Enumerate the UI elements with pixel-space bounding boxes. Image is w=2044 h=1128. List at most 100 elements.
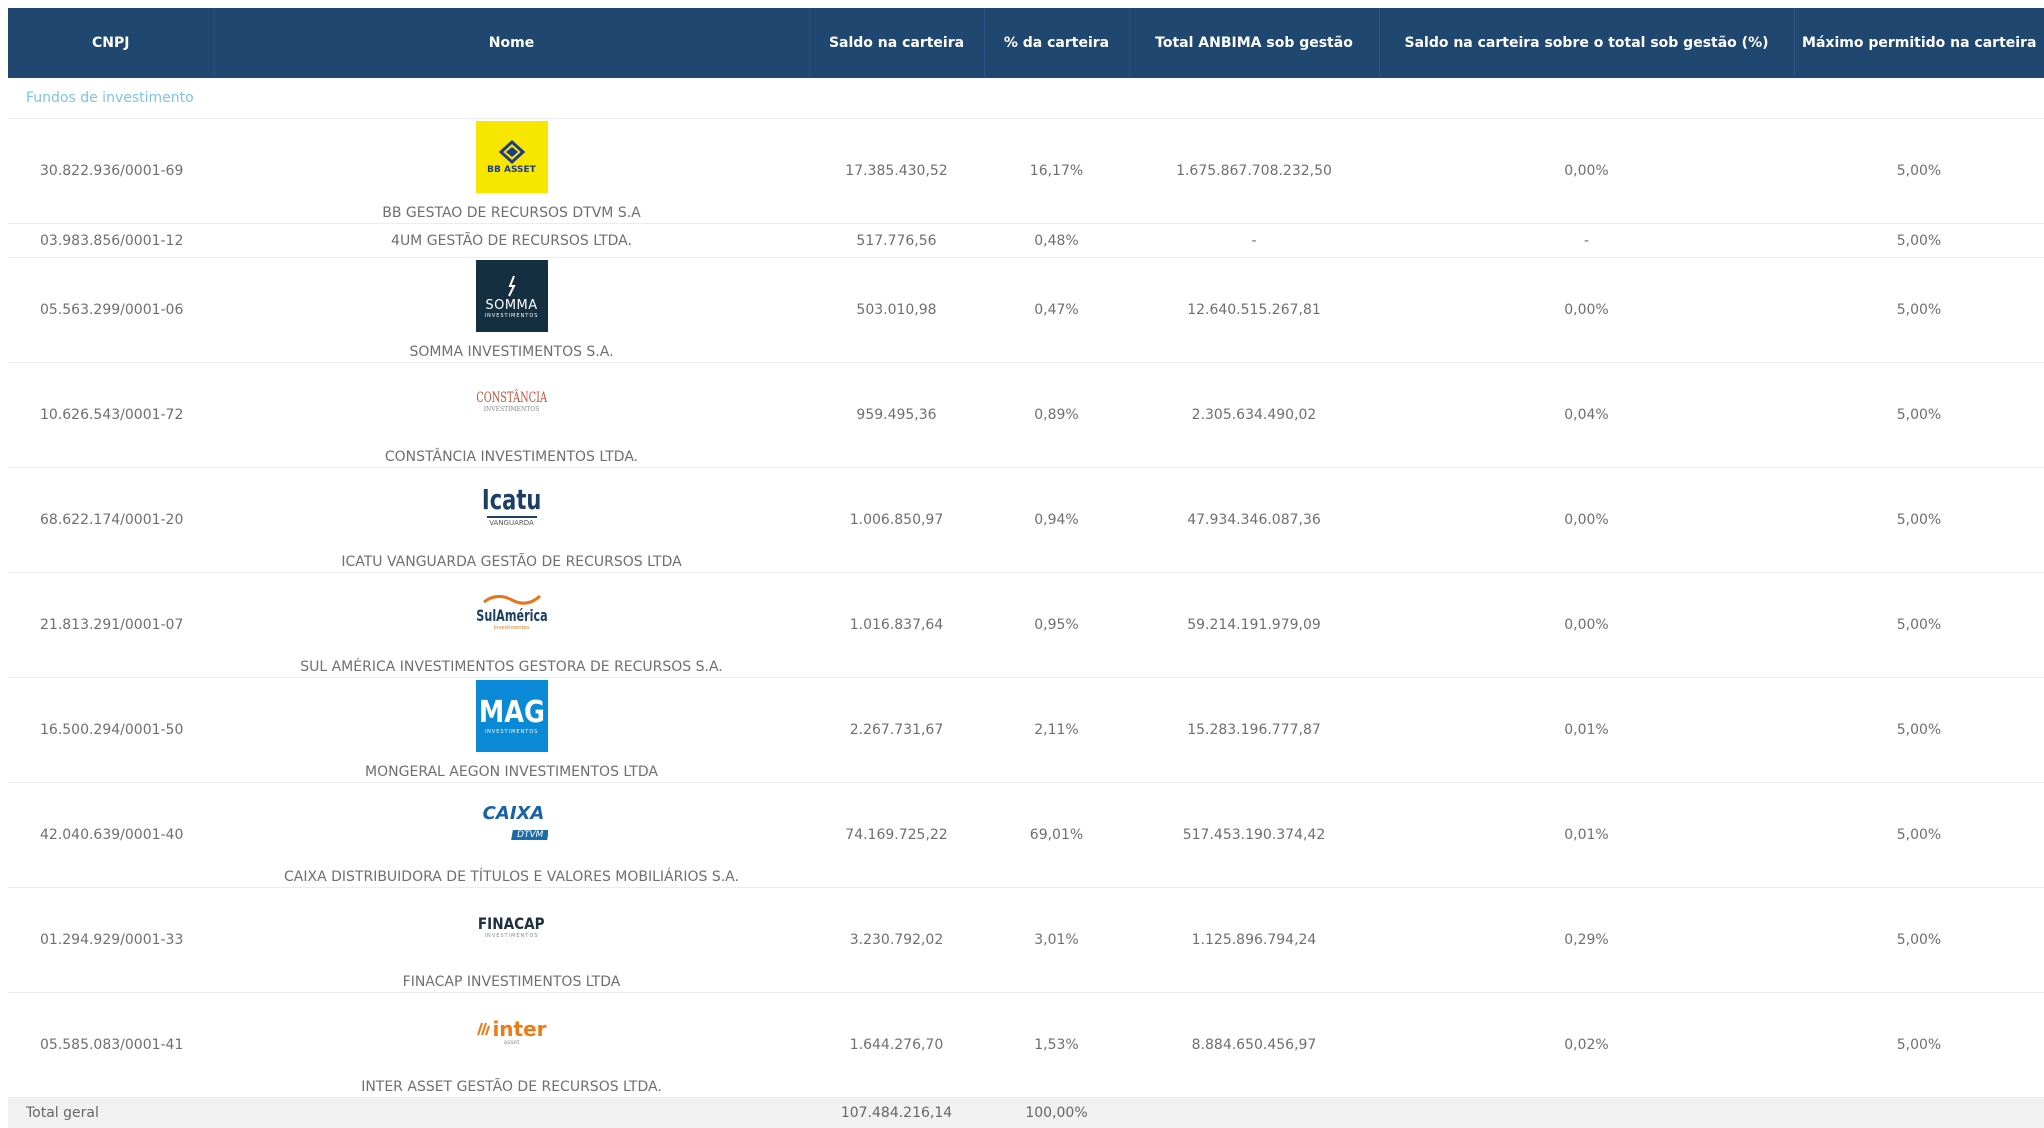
cell-saldo: 503.010,98 — [809, 257, 984, 363]
header-cnpj[interactable]: CNPJ — [8, 8, 215, 78]
table-row: 03.983.856/0001-12 4UM GESTÃO DE RECURSO… — [8, 223, 2044, 258]
company-name: FINACAP INVESTIMENTOS LTDA — [402, 974, 621, 990]
total-label: Total geral — [8, 1097, 214, 1128]
logo-subtext: INVESTIMENTOS — [484, 932, 539, 939]
caixa-logo: CAIXA DTVM — [475, 785, 548, 857]
inter-logo-row: inter — [476, 1017, 547, 1041]
logo-text: BB ASSET — [487, 165, 536, 175]
cell-cnpj: 16.500.294/0001-50 — [8, 677, 214, 783]
header-nome[interactable]: Nome — [214, 8, 810, 78]
cell-maximo: 5,00% — [1794, 223, 2044, 258]
header-saldo[interactable]: Saldo na carteira — [809, 8, 985, 78]
cell-saldo: 3.230.792,02 — [809, 887, 984, 993]
cell-pct: 2,11% — [984, 677, 1129, 783]
cell-total: 2.305.634.490,02 — [1129, 362, 1379, 468]
logo-text: MAG — [478, 695, 545, 730]
cell-pct: 0,94% — [984, 467, 1129, 573]
cell-nome: MAG INVESTIMENTOS MONGERAL AEGON INVESTI… — [214, 677, 809, 783]
logo-text: SulAmérica — [475, 605, 548, 625]
cell-total: - — [1129, 223, 1379, 258]
logo-text: Icatu — [481, 483, 542, 516]
cell-pct: 3,01% — [984, 887, 1129, 993]
cell-total: 1.125.896.794,24 — [1129, 887, 1379, 993]
cell-nome: inter asset INTER ASSET GESTÃO DE RECURS… — [214, 992, 809, 1098]
cell-pct: 0,47% — [984, 257, 1129, 363]
cell-nome: Icatu VANGUARDA ICATU VANGUARDA GESTÃO D… — [214, 467, 809, 573]
table-row: 01.294.929/0001-33 FINACAP INVESTIMENTOS… — [8, 887, 2044, 993]
cell-maximo: 5,00% — [1794, 467, 2044, 573]
table-row: 68.622.174/0001-20 Icatu VANGUARDA ICATU… — [8, 467, 2044, 573]
logo-subtext: VANGUARDA — [489, 519, 534, 527]
cell-nome: FINACAP INVESTIMENTOS FINACAP INVESTIMEN… — [214, 887, 809, 993]
cell-nome: SulAmérica Investimentos SUL AMÉRICA INV… — [214, 572, 809, 678]
cell-pct: 0,89% — [984, 362, 1129, 468]
finacap-logo: FINACAP INVESTIMENTOS — [475, 890, 548, 962]
company-name: BB GESTAO DE RECURSOS DTVM S.A — [382, 205, 641, 221]
cell-pct: 69,01% — [984, 782, 1129, 888]
company-name: ICATU VANGUARDA GESTÃO DE RECURSOS LTDA — [341, 554, 682, 570]
logo-subtext: INVESTIMENTOS — [484, 312, 539, 319]
company-name: 4UM GESTÃO DE RECURSOS LTDA. — [391, 232, 632, 249]
inter-logo: inter asset — [475, 995, 548, 1067]
cell-cnpj: 10.626.543/0001-72 — [8, 362, 214, 468]
sulamerica-logo: SulAmérica Investimentos — [475, 575, 548, 647]
header-total-anbima[interactable]: Total ANBIMA sob gestão — [1129, 8, 1380, 78]
cell-saldo: 74.169.725,22 — [809, 782, 984, 888]
section-row: Fundos de investimento — [8, 78, 2044, 119]
cell-maximo: 5,00% — [1794, 257, 2044, 363]
header-maximo[interactable]: Máximo permitido na carteira — [1794, 8, 2044, 78]
total-empty — [214, 1097, 809, 1128]
cell-pct: 0,48% — [984, 223, 1129, 258]
logo-text: FINACAP — [478, 913, 545, 933]
logo-subtext: DTVM — [510, 829, 548, 840]
cell-saldo: 1.016.837,64 — [809, 572, 984, 678]
company-name: CAIXA DISTRIBUIDORA DE TÍTULOS E VALORES… — [284, 869, 739, 885]
section-label: Fundos de investimento — [8, 78, 2044, 119]
table-row: 30.822.936/0001-69 BB ASSET BB GESTAO DE… — [8, 118, 2044, 224]
cell-cnpj: 01.294.929/0001-33 — [8, 887, 214, 993]
cell-saldo-total: 0,04% — [1379, 362, 1794, 468]
cell-pct: 1,53% — [984, 992, 1129, 1098]
sulamerica-wave-icon — [482, 594, 541, 605]
logo-text: CONSTÂNCIA — [476, 389, 547, 406]
cell-nome: CAIXA DTVM CAIXA DISTRIBUIDORA DE TÍTULO… — [214, 782, 809, 888]
cell-cnpj: 21.813.291/0001-07 — [8, 572, 214, 678]
logo-divider — [486, 516, 537, 518]
bb-symbol-icon — [498, 139, 525, 165]
table-row: 21.813.291/0001-07 SulAmérica Investimen… — [8, 572, 2044, 678]
cell-saldo: 2.267.731,67 — [809, 677, 984, 783]
table-row: 05.563.299/0001-06 SOMMA INVESTIMENTOS S… — [8, 257, 2044, 363]
table-row: 16.500.294/0001-50 MAG INVESTIMENTOS MON… — [8, 677, 2044, 783]
cell-saldo-total: 0,00% — [1379, 118, 1794, 224]
cell-saldo-total: 0,00% — [1379, 572, 1794, 678]
cell-cnpj: 30.822.936/0001-69 — [8, 118, 214, 224]
inter-stripes-icon — [477, 1022, 491, 1035]
logo-text: SOMMA — [485, 297, 538, 313]
cell-saldo: 959.495,36 — [809, 362, 984, 468]
company-name: INTER ASSET GESTÃO DE RECURSOS LTDA. — [361, 1079, 662, 1095]
cell-cnpj: 68.622.174/0001-20 — [8, 467, 214, 573]
portfolio-table: CNPJ Nome Saldo na carteira % da carteir… — [8, 8, 2044, 1128]
cell-total: 15.283.196.777,87 — [1129, 677, 1379, 783]
cell-maximo: 5,00% — [1794, 887, 2044, 993]
total-empty — [1379, 1097, 1794, 1128]
cell-saldo: 517.776,56 — [809, 223, 984, 258]
company-name: MONGERAL AEGON INVESTIMENTOS LTDA — [365, 764, 658, 780]
cell-cnpj: 05.563.299/0001-06 — [8, 257, 214, 363]
portfolio-table-container: CNPJ Nome Saldo na carteira % da carteir… — [8, 8, 2044, 1128]
cell-saldo: 17.385.430,52 — [809, 118, 984, 224]
table-header-row: CNPJ Nome Saldo na carteira % da carteir… — [8, 8, 2044, 78]
bb-asset-logo: BB ASSET — [475, 121, 548, 193]
logo-text: CAIXA — [482, 802, 545, 824]
cell-cnpj: 03.983.856/0001-12 — [8, 223, 214, 258]
constancia-logo: CONSTÂNCIA INVESTIMENTOS — [475, 365, 548, 437]
cell-maximo: 5,00% — [1794, 677, 2044, 783]
company-name: SUL AMÉRICA INVESTIMENTOS GESTORA DE REC… — [300, 659, 723, 675]
cell-nome: SOMMA INVESTIMENTOS SOMMA INVESTIMENTOS … — [214, 257, 809, 363]
header-saldo-sobre-total[interactable]: Saldo na carteira sobre o total sob gest… — [1379, 8, 1795, 78]
total-row: Total geral 107.484.216,14 100,00% — [8, 1097, 2044, 1128]
total-empty — [1129, 1097, 1379, 1128]
cell-saldo: 1.644.276,70 — [809, 992, 984, 1098]
header-pct[interactable]: % da carteira — [984, 8, 1130, 78]
cell-maximo: 5,00% — [1794, 572, 2044, 678]
